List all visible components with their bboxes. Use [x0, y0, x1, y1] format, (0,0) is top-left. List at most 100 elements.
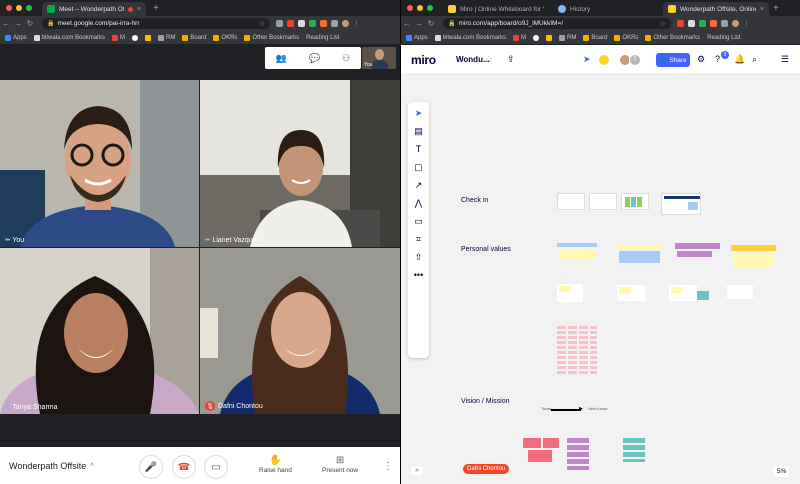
board-menu-icon[interactable]: ☰ — [781, 54, 789, 65]
tab-history[interactable]: History — [553, 2, 659, 16]
new-tab-icon[interactable]: + — [773, 3, 779, 14]
bookmark-board[interactable]: Board — [182, 34, 206, 41]
mic-button[interactable]: 🎤 — [139, 455, 163, 479]
bookmark-star-icon[interactable]: ☆ — [259, 20, 265, 28]
bookmark-bitwala[interactable]: bitwala.com Bookmarks — [33, 34, 105, 41]
pocket-extension-icon[interactable] — [677, 20, 684, 27]
bookmark-rm[interactable]: RM — [158, 34, 175, 41]
sticky-cluster[interactable] — [557, 284, 583, 302]
ext-orange-icon[interactable] — [320, 20, 327, 27]
bookmark-globe[interactable] — [533, 34, 540, 41]
more-tools-icon[interactable]: ••• — [408, 270, 429, 280]
minimize-window-button[interactable] — [417, 5, 423, 11]
close-window-button[interactable] — [407, 5, 413, 11]
expand-panel-icon[interactable]: » — [411, 466, 423, 475]
board-canvas[interactable] — [401, 75, 800, 484]
bookmark-gmail[interactable]: M — [112, 34, 125, 41]
bookmark-star-icon[interactable]: ☆ — [660, 20, 666, 28]
sticky-note-icon[interactable]: ▢ — [408, 162, 429, 173]
bookmark-drive[interactable] — [145, 34, 152, 41]
help-icon[interactable]: ? — [715, 54, 720, 64]
ext-orange-icon[interactable] — [710, 20, 717, 27]
collaborator-avatar-letter[interactable]: T — [629, 54, 641, 66]
chat-icon[interactable]: 💬 — [309, 53, 320, 64]
sticky-grid[interactable] — [557, 326, 597, 376]
comment-icon[interactable]: ▭ — [408, 216, 429, 227]
sticky-cluster[interactable] — [623, 438, 645, 462]
bookmark-apps[interactable]: Apps — [5, 34, 27, 41]
puzzle-icon[interactable] — [331, 20, 338, 27]
bookmark-okrs[interactable]: OKRs — [213, 34, 237, 41]
bookmark-okrs[interactable]: OKRs — [614, 34, 638, 41]
collaborator-avatar[interactable] — [598, 54, 610, 66]
star-icon[interactable]: ☆ — [485, 54, 493, 65]
people-icon[interactable]: 👥 — [276, 53, 287, 64]
templates-icon[interactable]: ▤ — [408, 126, 429, 137]
export-icon[interactable]: ⇪ — [507, 54, 515, 65]
omnibox[interactable]: 🔒 meet.google.com/pai-irra-hrr ☆ — [42, 18, 270, 29]
sticky-cluster[interactable] — [557, 243, 597, 261]
sticky-cluster[interactable] — [731, 243, 776, 269]
extension-icon[interactable] — [688, 20, 695, 27]
sticky-cluster[interactable] — [567, 438, 589, 470]
raise-hand-button[interactable]: ✋ Raise hand — [259, 455, 292, 474]
close-tab-icon[interactable]: × — [137, 6, 141, 13]
close-tab-icon[interactable]: × — [760, 6, 764, 13]
board-frame[interactable] — [661, 193, 701, 215]
leave-call-button[interactable]: ☎ — [172, 455, 196, 479]
bookmark-reading-list[interactable]: Reading List — [707, 35, 740, 41]
vision-arrow[interactable] — [551, 409, 581, 411]
participant-tile[interactable]: ••• Tanya Sharma — [0, 248, 199, 414]
sticky-cluster[interactable] — [617, 243, 662, 265]
grammarly-extension-icon[interactable] — [699, 20, 706, 27]
pocket-extension-icon[interactable] — [287, 20, 294, 27]
participant-tile[interactable]: ••• Lianet Vazquez — [200, 80, 400, 247]
back-icon[interactable]: ← — [0, 19, 12, 28]
bookmark-gmail[interactable]: M — [513, 34, 526, 41]
bookmark-other[interactable]: Other Bookmarks — [244, 34, 299, 41]
search-icon[interactable]: ⌕ — [752, 54, 757, 65]
bookmark-other[interactable]: Other Bookmarks — [645, 34, 700, 41]
board-frame[interactable] — [621, 193, 649, 210]
zoom-window-button[interactable] — [427, 5, 433, 11]
present-now-button[interactable]: ⊞ Present now — [322, 455, 358, 474]
tab-meet[interactable]: Meet – Wonderpath Offsite × — [42, 2, 146, 16]
more-options-icon[interactable]: ⋮ — [383, 461, 393, 472]
select-tool-icon[interactable]: ➤ — [408, 108, 429, 119]
pen-tool-icon[interactable]: ⋀ — [408, 198, 429, 209]
sticky-cluster[interactable] — [523, 438, 561, 464]
board-frame[interactable] — [589, 193, 617, 210]
bookmark-apps[interactable]: Apps — [406, 34, 428, 41]
menu-dots-icon[interactable]: ⋮ — [353, 20, 360, 28]
bell-icon[interactable]: 🔔 — [734, 54, 745, 65]
reload-icon[interactable]: ↻ — [24, 19, 36, 28]
bookmark-bitwala[interactable]: bitwala.com Bookmarks — [434, 34, 506, 41]
bookmark-board[interactable]: Board — [583, 34, 607, 41]
sticky-cluster[interactable] — [669, 285, 697, 301]
sticky-cluster[interactable] — [727, 285, 753, 299]
tab-miro-home[interactable]: Miro | Online Whiteboard for Vi — [443, 2, 549, 16]
miro-logo[interactable]: miro — [411, 53, 436, 67]
camera-icon[interactable] — [276, 20, 283, 27]
meeting-details-button[interactable]: Wonderpath Offsite ^ — [9, 461, 94, 471]
tab-miro-board[interactable]: Wonderpath Offsite, Online Wi × — [663, 2, 769, 16]
sticky-cluster[interactable] — [675, 243, 720, 263]
minimize-window-button[interactable] — [16, 5, 22, 11]
line-tool-icon[interactable]: ↗ — [408, 180, 429, 191]
sticky-cluster[interactable] — [617, 285, 645, 301]
participant-tile[interactable]: 🎙 Dafni Chontou — [200, 248, 400, 414]
bookmark-rm[interactable]: RM — [559, 34, 576, 41]
reload-icon[interactable]: ↻ — [425, 19, 437, 28]
zoom-window-button[interactable] — [26, 5, 32, 11]
cursor-arrow-icon[interactable]: ➤ — [583, 54, 591, 65]
profile-avatar[interactable] — [342, 20, 349, 27]
bookmark-drive[interactable] — [546, 34, 553, 41]
settings-sliders-icon[interactable]: ⚙ — [697, 54, 705, 65]
forward-icon[interactable]: → — [413, 19, 425, 28]
back-icon[interactable]: ← — [401, 19, 413, 28]
new-tab-icon[interactable]: + — [153, 3, 159, 14]
extension-icon[interactable] — [298, 20, 305, 27]
grammarly-extension-icon[interactable] — [309, 20, 316, 27]
bookmark-globe[interactable] — [132, 34, 139, 41]
board-frame[interactable] — [557, 193, 585, 210]
